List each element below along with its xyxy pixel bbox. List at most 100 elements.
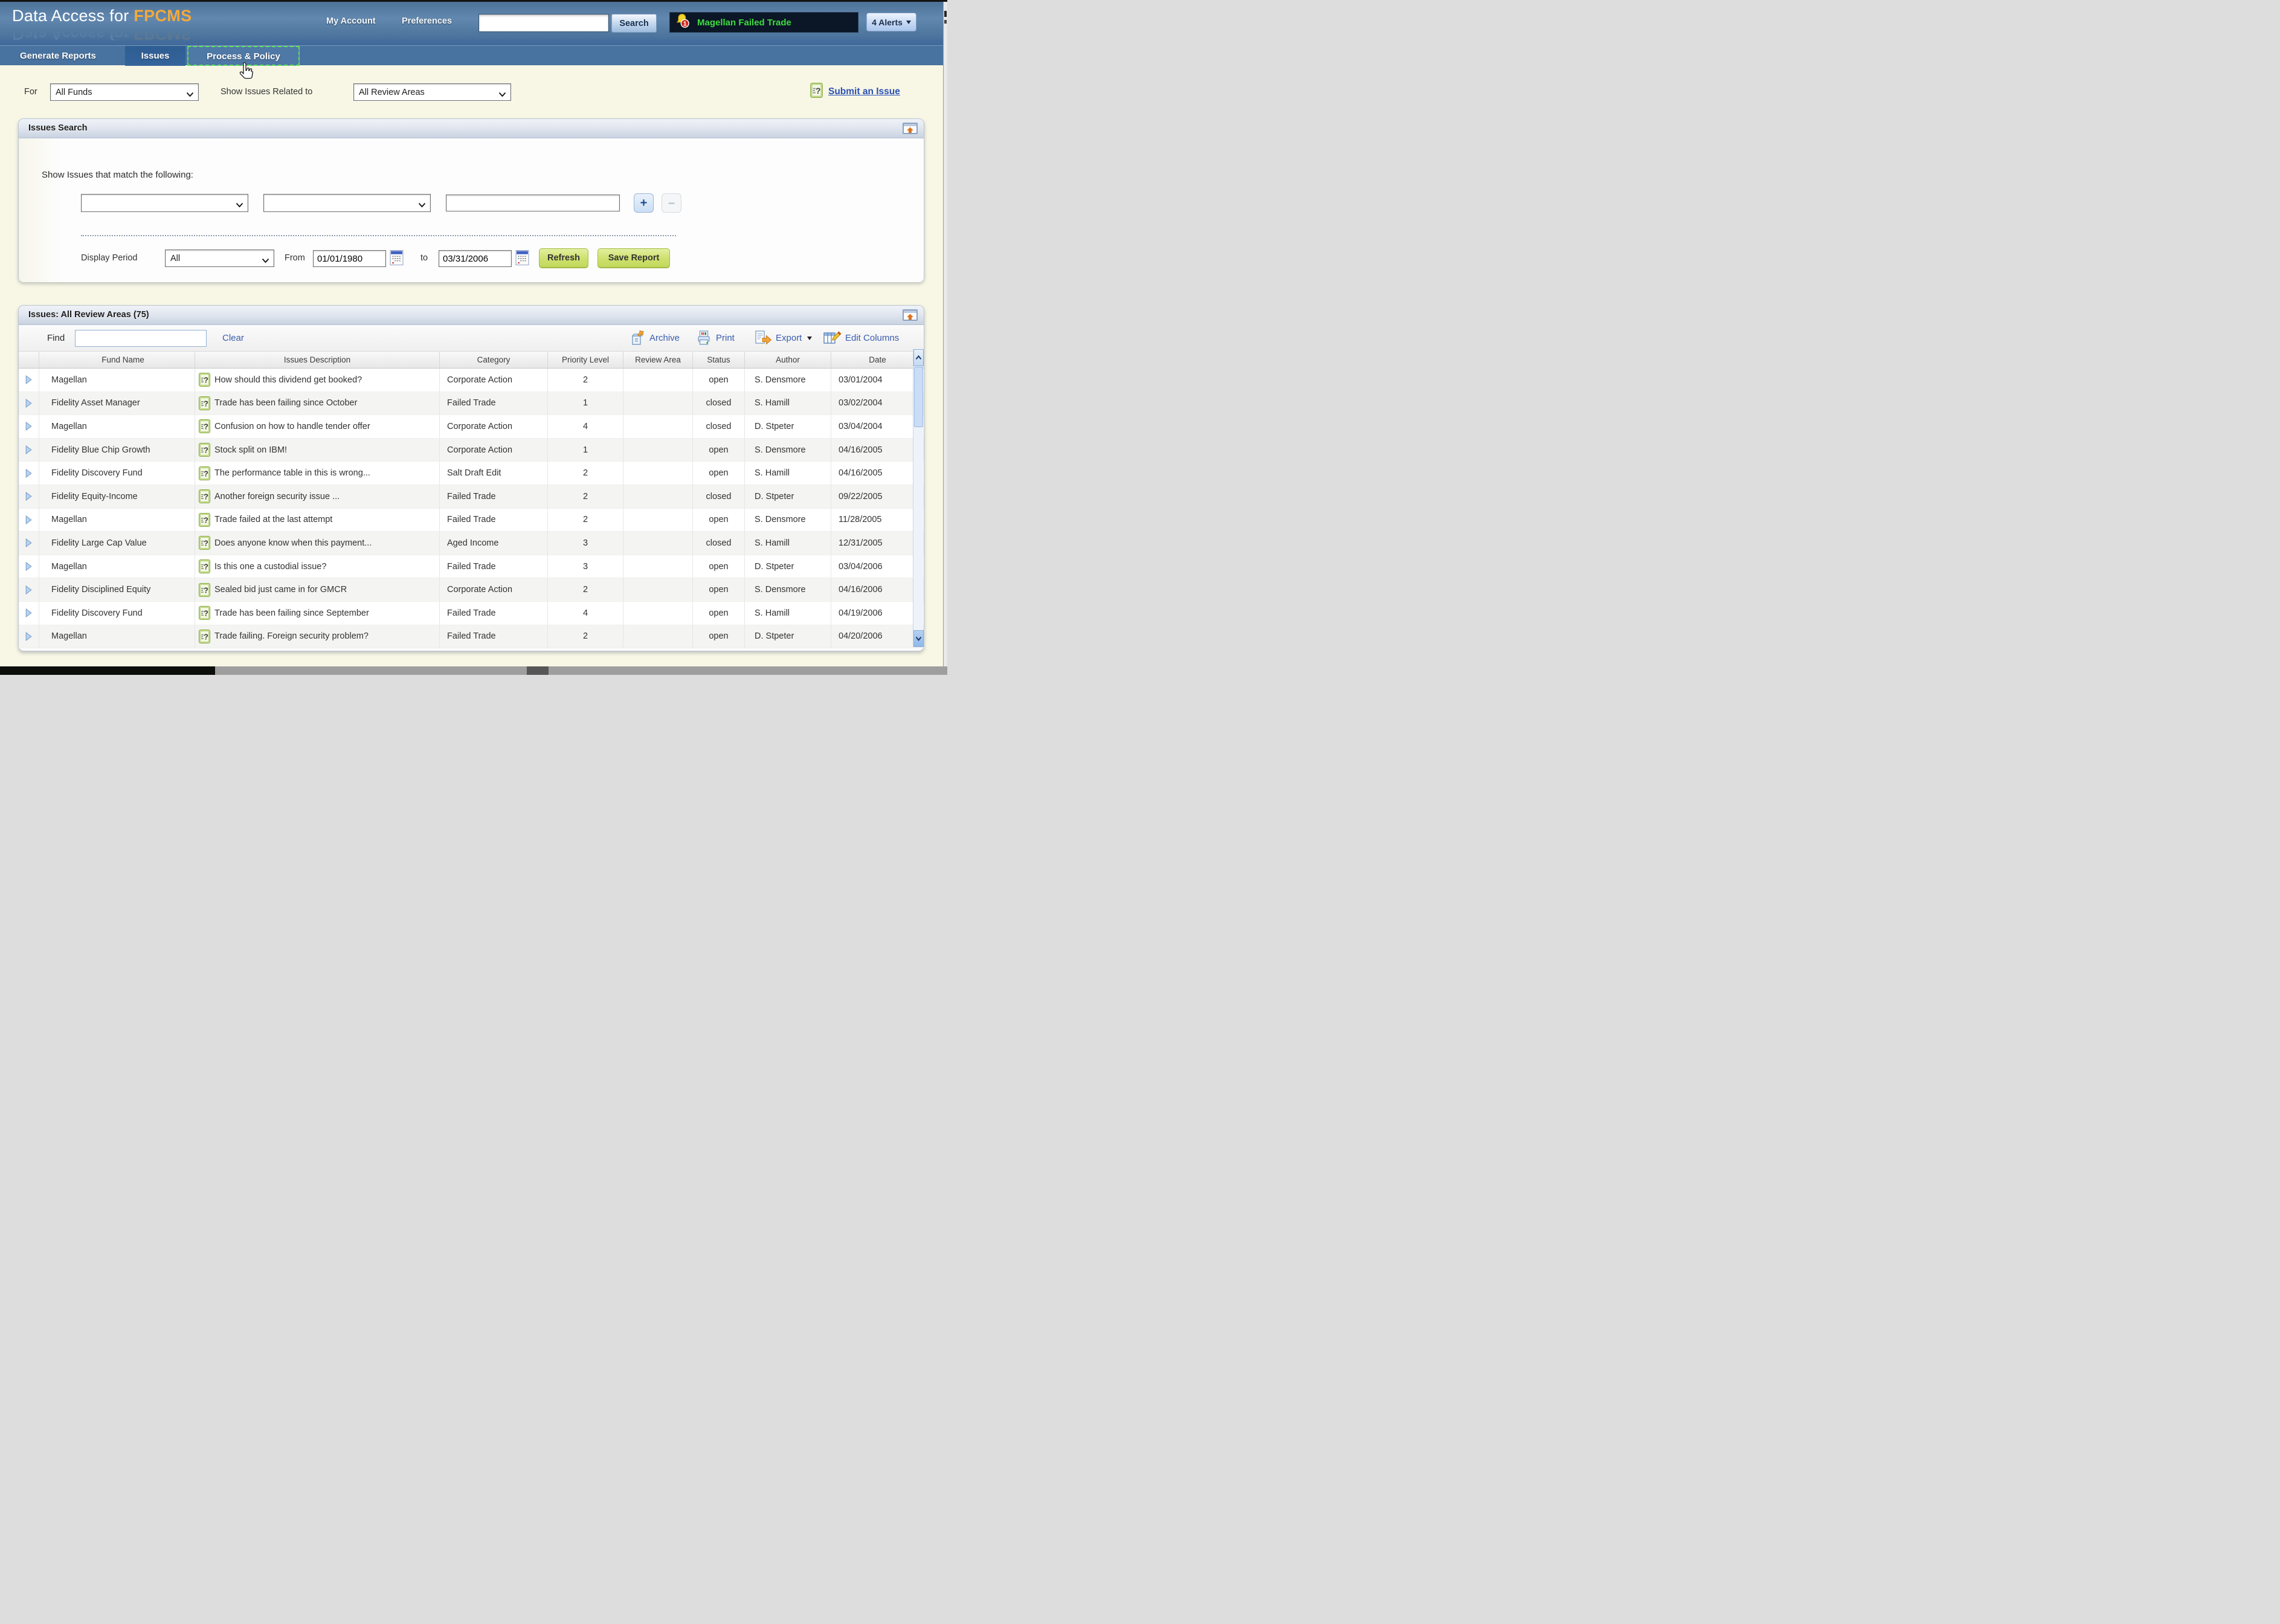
issue-doc-icon: ? [199, 513, 210, 527]
cell-review-area [623, 415, 692, 439]
column-header-date[interactable]: Date [831, 352, 924, 368]
expand-triangle-icon [25, 538, 32, 547]
find-input[interactable] [75, 330, 207, 347]
column-header-author[interactable]: Author [744, 352, 831, 368]
issue-description-text: Trade failing. Foreign security problem? [214, 631, 369, 641]
cell-review-area [623, 439, 692, 462]
alert-ticker-text: Magellan Failed Trade [697, 18, 791, 28]
cell-issue-description: ? Does anyone know when this payment... [195, 532, 439, 555]
scroll-up-button[interactable] [913, 349, 924, 366]
cell-status: open [692, 509, 744, 532]
tab-generate-reports[interactable]: Generate Reports [20, 46, 96, 66]
cell-author: D. Stpeter [744, 485, 831, 509]
table-row[interactable]: Fidelity Blue Chip Growth ? Stock split … [19, 439, 924, 462]
cell-category: Corporate Action [439, 439, 547, 462]
cell-date: 04/16/2006 [831, 578, 924, 602]
calendar-icon[interactable] [515, 250, 529, 266]
from-date-input[interactable] [313, 250, 386, 267]
alerts-dropdown-button[interactable]: 4 Alerts [866, 13, 916, 31]
collapse-panel-button[interactable] [903, 309, 918, 321]
header-search-button[interactable]: Search [611, 14, 657, 33]
issue-doc-icon: ? [199, 559, 210, 573]
table-row[interactable]: Magellan ? Confusion on how to handle te… [19, 415, 924, 439]
cell-review-area [623, 602, 692, 625]
table-row[interactable]: Fidelity Discovery Fund ? The performanc… [19, 462, 924, 485]
svg-text:?: ? [204, 492, 208, 501]
column-header-category[interactable]: Category [439, 352, 547, 368]
submit-issue-link[interactable]: ? Submit an Issue [810, 83, 900, 101]
row-expander[interactable] [19, 602, 39, 625]
table-row[interactable]: Magellan ? Is this one a custodial issue… [19, 555, 924, 579]
collapse-panel-button[interactable] [903, 123, 918, 134]
table-row[interactable]: Fidelity Asset Manager ? Trade has been … [19, 392, 924, 416]
row-expander[interactable] [19, 509, 39, 532]
column-header-status[interactable]: Status [692, 352, 744, 368]
table-row[interactable]: Fidelity Equity-Income ? Another foreign… [19, 485, 924, 509]
row-expander[interactable] [19, 485, 39, 509]
column-header-fund-name[interactable]: Fund Name [39, 352, 195, 368]
table-row[interactable]: Magellan ? Trade failing. Foreign securi… [19, 625, 924, 649]
chevron-down-icon [906, 21, 911, 24]
issue-description-text: Confusion on how to handle tender offer [214, 422, 370, 431]
header-search-input[interactable] [478, 14, 609, 32]
cell-status: closed [692, 532, 744, 555]
window-right-edge [943, 2, 947, 666]
column-header-priority-level[interactable]: Priority Level [547, 352, 623, 368]
from-label: From [285, 253, 305, 263]
criteria-field-select[interactable] [81, 194, 248, 212]
cell-fund-name: Magellan [39, 625, 195, 649]
to-date-input[interactable] [439, 250, 512, 267]
tab-issues[interactable]: Issues [125, 46, 185, 66]
clear-link[interactable]: Clear [222, 333, 244, 343]
row-expander[interactable] [19, 462, 39, 485]
save-report-button[interactable]: Save Report [597, 248, 670, 268]
issue-description-text: The performance table in this is wrong..… [214, 468, 370, 478]
add-criteria-button[interactable]: + [634, 193, 654, 213]
table-row[interactable]: Fidelity Disciplined Equity ? Sealed bid… [19, 578, 924, 602]
row-expander[interactable] [19, 532, 39, 555]
cell-priority-level: 1 [547, 392, 623, 416]
cell-issue-description: ? Confusion on how to handle tender offe… [195, 415, 439, 439]
column-header-expander [19, 352, 39, 368]
cell-issue-description: ? How should this dividend get booked? [195, 369, 439, 392]
scrollbar-thumb[interactable] [914, 367, 923, 427]
nav-preferences[interactable]: Preferences [402, 16, 452, 26]
remove-criteria-button[interactable]: – [662, 193, 681, 213]
archive-button[interactable]: Archive [630, 329, 680, 347]
table-scrollbar[interactable] [913, 349, 923, 647]
row-expander[interactable] [19, 439, 39, 462]
edit-columns-button[interactable]: Edit Columns [823, 329, 899, 347]
cell-category: Corporate Action [439, 578, 547, 602]
alert-ticker[interactable]: 1 Magellan Failed Trade [669, 12, 858, 33]
refresh-button[interactable]: Refresh [539, 248, 588, 268]
cell-review-area [623, 509, 692, 532]
criteria-value-input[interactable] [446, 195, 620, 211]
app-logo: Data Access for FPCMS Data Access for FP… [12, 7, 192, 43]
row-expander[interactable] [19, 415, 39, 439]
print-button[interactable]: Print [696, 329, 735, 347]
calendar-icon[interactable] [389, 250, 404, 266]
export-button[interactable]: Export [754, 329, 812, 347]
column-header-issues-description[interactable]: Issues Description [195, 352, 439, 368]
row-expander[interactable] [19, 555, 39, 579]
cell-author: D. Stpeter [744, 555, 831, 579]
review-area-filter-select[interactable]: All Review Areas [353, 83, 511, 101]
row-expander[interactable] [19, 625, 39, 649]
table-row[interactable]: Magellan ? How should this dividend get … [19, 369, 924, 392]
table-row[interactable]: Fidelity Discovery Fund ? Trade has been… [19, 602, 924, 625]
row-expander[interactable] [19, 578, 39, 602]
svg-text:?: ? [204, 609, 208, 618]
nav-my-account[interactable]: My Account [326, 16, 376, 26]
row-expander[interactable] [19, 392, 39, 416]
table-row[interactable]: Fidelity Large Cap Value ? Does anyone k… [19, 532, 924, 555]
column-header-review-area[interactable]: Review Area [623, 352, 692, 368]
issues-search-panel-body: Show Issues that match the following: + … [19, 138, 924, 282]
issues-table: Fund Name Issues Description Category Pr… [19, 352, 924, 648]
fund-filter-select[interactable]: All Funds [50, 83, 199, 101]
display-period-select[interactable]: All [165, 250, 274, 267]
scroll-down-button[interactable] [913, 630, 924, 647]
cell-fund-name: Magellan [39, 555, 195, 579]
row-expander[interactable] [19, 369, 39, 392]
table-row[interactable]: Magellan ? Trade failed at the last atte… [19, 509, 924, 532]
criteria-operator-select[interactable] [263, 194, 431, 212]
